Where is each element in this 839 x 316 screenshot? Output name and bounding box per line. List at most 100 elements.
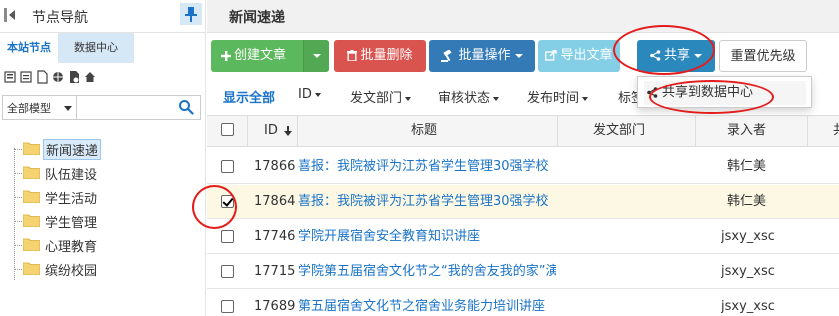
row-checkbox[interactable]	[221, 195, 234, 208]
tree-item-label: 学生活动	[45, 192, 98, 207]
chevron-down-icon	[582, 96, 589, 101]
plus-icon	[221, 50, 231, 61]
filter-show-all[interactable]: 显示全部	[223, 87, 275, 106]
folder-icon	[23, 142, 40, 155]
create-article-button[interactable]: 创建文章	[211, 40, 329, 72]
row-checkbox[interactable]	[221, 300, 234, 313]
model-select[interactable]: 全部模型	[2, 95, 76, 120]
folder-icon	[23, 166, 40, 179]
home-icon[interactable]	[84, 70, 96, 84]
row-title[interactable]: 喜报：我院被评为江苏省学生管理30强学校	[298, 185, 556, 218]
table-row[interactable]: 17864 喜报：我院被评为江苏省学生管理30强学校 韩仁美	[207, 185, 839, 219]
filter-publish-time[interactable]: 发布时间	[527, 87, 589, 106]
filter-department[interactable]: 发文部门	[350, 87, 412, 106]
batch-operations-button[interactable]: 批量操作	[429, 40, 535, 72]
tree-item-news[interactable]: 新闻速递	[14, 138, 196, 160]
node-tree: 新闻速递 队伍建设 学生活动 学生管理 心理教育 缤纷校园	[0, 128, 206, 288]
toolbar: 创建文章 批量删除 批量操作 导出文章 共享 重置优先级	[207, 40, 839, 72]
row-title[interactable]: 第五届宿舍文化节之宿舍业务能力培训讲座	[298, 290, 556, 316]
export-icon	[545, 50, 558, 61]
nav-header: 节点导航	[0, 0, 206, 33]
row-title[interactable]: 喜报：我院被评为江苏省学生管理30强学校	[298, 150, 556, 183]
filter-review-status[interactable]: 审核状态	[438, 87, 500, 106]
row-title-link[interactable]: 喜报：我院被评为江苏省学生管理30强学校	[298, 159, 549, 174]
tree-branch	[14, 245, 22, 246]
filter-publish-time-label: 发布时间	[527, 91, 580, 106]
batch-delete-label: 批量删除	[360, 48, 413, 63]
row-checkbox[interactable]	[221, 160, 234, 173]
filter-id[interactable]: ID	[298, 87, 321, 102]
tree-connector	[14, 148, 15, 280]
column-divider	[695, 116, 696, 146]
row-title[interactable]: 学院第五届宿舍文化节之“我的舍友我的家”演	[298, 255, 556, 288]
row-id: 17746	[254, 229, 296, 244]
tree-item-student-management[interactable]: 学生管理	[14, 210, 196, 232]
row-title-link[interactable]: 学院第五届宿舍文化节之“我的舍友我的家”演	[298, 264, 556, 279]
filter-id-label: ID	[298, 87, 312, 102]
column-divider	[807, 116, 808, 146]
row-checkbox[interactable]	[221, 265, 234, 278]
column-header-shared[interactable]: 共	[833, 116, 839, 146]
chevron-down-icon	[64, 106, 72, 111]
chevron-down-icon	[314, 92, 321, 97]
gavel-icon	[441, 49, 452, 62]
row-title-link[interactable]: 喜报：我院被评为江苏省学生管理30强学校	[298, 194, 549, 209]
nav-title: 节点导航	[32, 10, 88, 26]
tree-item-student-activities[interactable]: 学生活动	[14, 186, 196, 208]
tree-item-campus[interactable]: 缤纷校园	[14, 258, 196, 280]
table-row[interactable]: 17866 喜报：我院被评为江苏省学生管理30强学校 韩仁美	[207, 150, 839, 184]
row-title-link[interactable]: 学院开展宿舍安全教育知识讲座	[298, 229, 480, 244]
share-to-data-center-label: 共享到数据中心	[662, 85, 754, 100]
tab-data-center[interactable]: 数据中心	[58, 33, 134, 63]
row-title[interactable]: 学院开展宿舍安全教育知识讲座	[298, 220, 556, 253]
table-header: ID 标题 发文部门 录入者 共	[207, 115, 839, 147]
page-title: 新闻速递	[229, 10, 285, 26]
row-author: jsxy_xsc	[721, 264, 775, 279]
app-window: 节点导航 本站节点 数据中心 全部模型 新闻速递 队伍建设 学生活动 学生管理 …	[0, 0, 839, 316]
filter-department-label: 发文部门	[350, 91, 403, 106]
model-select-label: 全部模型	[7, 102, 51, 115]
create-article-dropdown[interactable]	[303, 40, 329, 72]
row-checkbox[interactable]	[221, 230, 234, 243]
column-header-id[interactable]: ID	[264, 116, 292, 146]
reset-priority-button[interactable]: 重置优先级	[719, 40, 807, 72]
globe-icon[interactable]	[52, 70, 64, 84]
tree-item-label: 队伍建设	[45, 168, 98, 183]
file-icon[interactable]	[36, 70, 48, 84]
folder-tree-icon[interactable]	[4, 70, 16, 84]
table-row[interactable]: 17689 第五届宿舍文化节之宿舍业务能力培训讲座 jsxy_xsc	[207, 290, 839, 316]
share-icon	[647, 87, 658, 98]
row-id: 17866	[254, 159, 296, 174]
row-id: 17689	[254, 299, 296, 314]
pin-icon[interactable]	[180, 3, 202, 25]
column-header-department[interactable]: 发文部门	[593, 116, 645, 146]
search-icon[interactable]	[178, 99, 194, 115]
create-article-main[interactable]: 创建文章	[221, 40, 286, 72]
column-header-author[interactable]: 录入者	[727, 116, 766, 146]
tree-item-label: 学生管理	[45, 216, 98, 231]
tree-item-label: 缤纷校园	[45, 264, 98, 279]
model-search-input[interactable]	[77, 96, 173, 119]
folder-icon	[23, 238, 40, 251]
folder-icon	[23, 214, 40, 227]
batch-delete-button[interactable]: 批量删除	[334, 40, 426, 72]
tree-item-team[interactable]: 队伍建设	[14, 162, 196, 184]
site-settings-icon[interactable]	[68, 70, 80, 84]
tab-site-nodes[interactable]: 本站节点	[0, 33, 58, 63]
row-id: 17715	[254, 264, 296, 279]
row-id: 17864	[254, 194, 296, 209]
export-article-button[interactable]: 导出文章	[538, 40, 620, 72]
share-to-data-center-item[interactable]: 共享到数据中心	[644, 81, 806, 105]
select-all-checkbox[interactable]	[221, 123, 234, 136]
column-header-title[interactable]: 标题	[411, 116, 437, 146]
share-dropdown-menu: 共享到数据中心	[637, 76, 812, 108]
tree-item-psychology[interactable]: 心理教育	[14, 234, 196, 256]
trash-icon	[347, 50, 358, 61]
collapse-toggle-icon[interactable]	[4, 6, 16, 24]
share-button[interactable]: 共享	[637, 40, 715, 72]
folder-list-icon[interactable]	[20, 70, 32, 84]
table-row[interactable]: 17746 学院开展宿舍安全教育知识讲座 jsxy_xsc	[207, 220, 839, 254]
filter-tags[interactable]: 标签	[618, 87, 638, 106]
table-row[interactable]: 17715 学院第五届宿舍文化节之“我的舍友我的家”演 jsxy_xsc	[207, 255, 839, 289]
row-title-link[interactable]: 第五届宿舍文化节之宿舍业务能力培训讲座	[298, 299, 545, 314]
